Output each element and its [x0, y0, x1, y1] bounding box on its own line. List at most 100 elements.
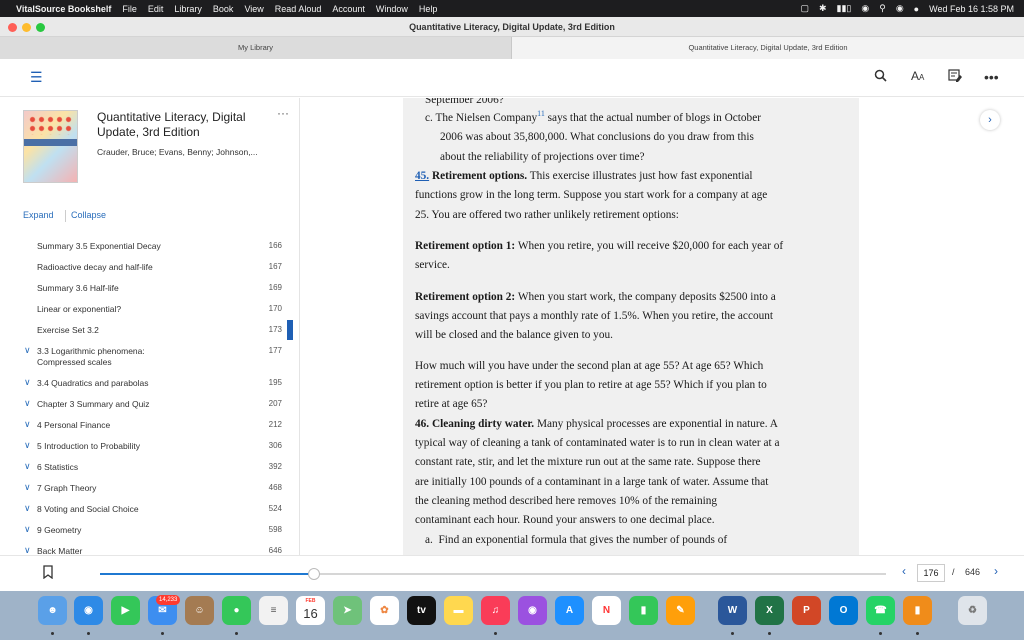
- book-more-button[interactable]: ···: [277, 106, 289, 120]
- chevron-down-icon[interactable]: ∨: [24, 545, 31, 555]
- excel-icon[interactable]: X: [755, 596, 784, 625]
- chevron-down-icon[interactable]: ∨: [24, 461, 31, 472]
- chevron-down-icon[interactable]: ∨: [24, 482, 31, 493]
- current-page-input[interactable]: 176: [917, 564, 945, 582]
- menu-account[interactable]: Account: [332, 4, 365, 14]
- numbers-icon[interactable]: ▮: [629, 596, 658, 625]
- text-span: When you start work, the company deposit…: [515, 291, 776, 303]
- notes-icon[interactable]: [948, 69, 963, 86]
- menu-help[interactable]: Help: [419, 4, 438, 14]
- maps-icon[interactable]: ➤: [333, 596, 362, 625]
- expand-button[interactable]: Expand: [23, 210, 54, 220]
- chevron-down-icon[interactable]: ∨: [24, 377, 31, 388]
- progress-slider[interactable]: [100, 568, 886, 580]
- total-pages: 646: [965, 567, 981, 577]
- pages-icon[interactable]: ✎: [666, 596, 695, 625]
- running-indicator: [494, 632, 497, 635]
- podcasts-icon[interactable]: ◉: [518, 596, 547, 625]
- clock[interactable]: Wed Feb 16 1:58 PM: [929, 4, 1014, 14]
- text-line: 46. Cleaning dirty water. Many physical …: [415, 415, 851, 435]
- tab-my-library[interactable]: My Library: [0, 37, 512, 59]
- notes-app-icon[interactable]: ▬: [444, 596, 473, 625]
- next-page-arrow[interactable]: ›: [994, 564, 998, 578]
- vitalsource-icon[interactable]: ▮: [903, 596, 932, 625]
- toc-item[interactable]: Exercise Set 3.2 173: [0, 325, 299, 339]
- menu-edit[interactable]: Edit: [148, 4, 164, 14]
- calendar-icon[interactable]: FEB 16: [296, 596, 325, 625]
- bluetooth-icon[interactable]: ✱: [819, 3, 827, 14]
- toc-item[interactable]: ∨ 5 Introduction to Probability 306: [0, 440, 299, 455]
- option-title: Retirement option 1:: [415, 240, 516, 252]
- photos-icon[interactable]: ✿: [370, 596, 399, 625]
- current-position-marker: [287, 320, 293, 340]
- spotlight-icon[interactable]: ⚲: [879, 3, 886, 14]
- safari-icon[interactable]: ◉: [74, 596, 103, 625]
- menu-book[interactable]: Book: [213, 4, 234, 14]
- siri-icon[interactable]: ●: [914, 4, 919, 14]
- toc-item[interactable]: ∨ 3.4 Quadratics and parabolas 195: [0, 377, 299, 392]
- app-store-icon[interactable]: A: [555, 596, 584, 625]
- next-page-button[interactable]: ›: [980, 110, 1000, 130]
- toc-item[interactable]: Radioactive decay and half-life 167: [0, 262, 299, 276]
- menu-window[interactable]: Window: [376, 4, 408, 14]
- toc-item[interactable]: ∨ 9 Geometry 598: [0, 524, 299, 539]
- text-size-icon[interactable]: AA: [911, 69, 924, 83]
- menu-file[interactable]: File: [122, 4, 137, 14]
- outlook-icon[interactable]: O: [829, 596, 858, 625]
- tab-book[interactable]: Quantitative Literacy, Digital Update, 3…: [512, 37, 1024, 59]
- toc-item[interactable]: Linear or exponential? 170: [0, 304, 299, 318]
- extensions-icon[interactable]: ▢: [800, 3, 809, 14]
- chevron-down-icon[interactable]: ∨: [24, 524, 31, 535]
- toc-item[interactable]: ∨ 7 Graph Theory 468: [0, 482, 299, 497]
- menu-read-aloud[interactable]: Read Aloud: [275, 4, 322, 14]
- exercise-number-link[interactable]: 45.: [415, 170, 429, 182]
- chevron-down-icon[interactable]: ∨: [24, 345, 31, 356]
- footnote-link[interactable]: 11: [537, 109, 545, 118]
- menu-library[interactable]: Library: [174, 4, 202, 14]
- table-of-contents-icon[interactable]: ☰: [30, 69, 43, 86]
- trash-icon[interactable]: ♻: [958, 596, 987, 625]
- whatsapp-icon[interactable]: ☎: [866, 596, 895, 625]
- chevron-down-icon[interactable]: ∨: [24, 398, 31, 409]
- battery-icon[interactable]: ▮▮▯: [837, 3, 852, 14]
- search-icon[interactable]: [874, 69, 887, 85]
- toc-item[interactable]: ∨ 6 Statistics 392: [0, 461, 299, 476]
- progress-slider-handle[interactable]: [307, 568, 320, 580]
- toc-item[interactable]: Summary 3.6 Half-life 169: [0, 283, 299, 297]
- item-label: c.: [425, 112, 433, 124]
- toc-item-label: Chapter 3 Summary and Quiz: [37, 399, 150, 409]
- finder-icon[interactable]: ☻: [38, 596, 67, 625]
- toc-item[interactable]: Summary 3.5 Exponential Decay 166: [0, 241, 299, 255]
- facetime-icon[interactable]: ▶: [111, 596, 140, 625]
- wifi-icon[interactable]: ◉: [861, 3, 869, 14]
- text-line: c. The Nielsen Company11 says that the a…: [425, 109, 861, 129]
- music-icon[interactable]: ♫: [481, 596, 510, 625]
- messages-icon[interactable]: ●: [222, 596, 251, 625]
- toc-item[interactable]: ∨ 4 Personal Finance 212: [0, 419, 299, 434]
- more-options-icon[interactable]: •••: [984, 69, 999, 85]
- item-label: a.: [425, 534, 433, 546]
- word-icon[interactable]: W: [718, 596, 747, 625]
- toc-item[interactable]: ∨ Back Matter 646: [0, 545, 299, 555]
- previous-page-button[interactable]: ‹: [902, 564, 906, 578]
- news-icon[interactable]: N: [592, 596, 621, 625]
- chevron-down-icon[interactable]: ∨: [24, 440, 31, 451]
- text-line: retire at age 65?: [415, 398, 488, 410]
- powerpoint-icon[interactable]: P: [792, 596, 821, 625]
- toc-page-number: 166: [268, 241, 282, 250]
- toc-item[interactable]: ∨ 8 Voting and Social Choice 524: [0, 503, 299, 518]
- menu-view[interactable]: View: [244, 4, 263, 14]
- toc-item-label-line2: Compressed scales: [37, 357, 112, 367]
- text-line: constant rate, stir, and let the mixture…: [415, 456, 761, 468]
- reminders-icon[interactable]: ≡: [259, 596, 288, 625]
- toc-item[interactable]: ∨ Chapter 3 Summary and Quiz 207: [0, 398, 299, 413]
- chevron-down-icon[interactable]: ∨: [24, 419, 31, 430]
- control-center-icon[interactable]: ◉: [896, 3, 904, 14]
- contacts-icon[interactable]: ☺: [185, 596, 214, 625]
- toc-item[interactable]: ∨ 3.3 Logarithmic phenomena: Compressed sc…: [0, 345, 299, 367]
- bookmark-icon[interactable]: [43, 565, 53, 584]
- app-menu[interactable]: VitalSource Bookshelf: [16, 4, 111, 14]
- chevron-down-icon[interactable]: ∨: [24, 503, 31, 514]
- apple-tv-icon[interactable]: tv: [407, 596, 436, 625]
- collapse-button[interactable]: Collapse: [71, 210, 106, 220]
